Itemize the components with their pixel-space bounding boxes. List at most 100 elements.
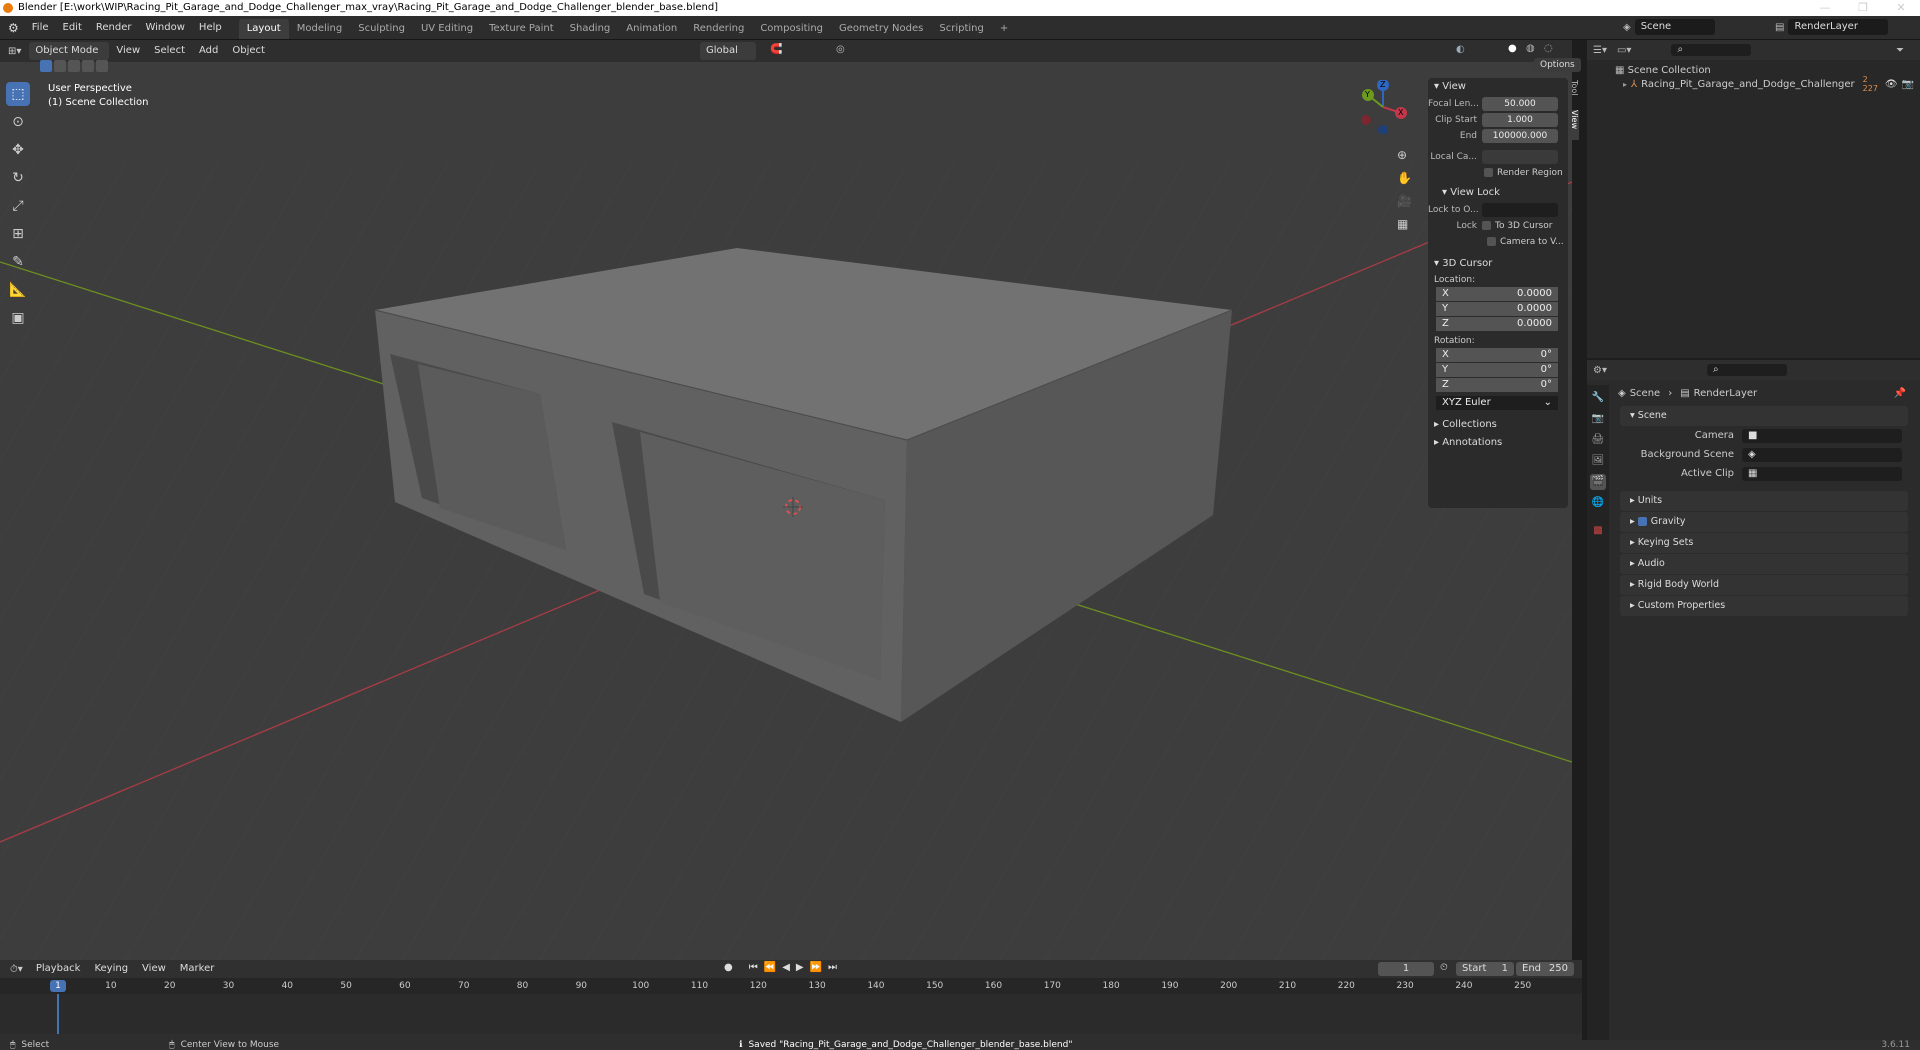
pin-icon[interactable]: 📌	[1894, 388, 1906, 399]
jump-end-icon[interactable]: ⏭	[828, 962, 837, 973]
select-new-icon[interactable]	[40, 60, 52, 72]
move-icon[interactable]: ✥	[6, 138, 30, 162]
proportional-edit-icon[interactable]: ◎	[836, 44, 845, 55]
record-icon[interactable]: ●	[724, 962, 733, 973]
snap-icon[interactable]: 🧲	[770, 44, 782, 55]
play-icon[interactable]: ▶	[796, 962, 804, 973]
cursor-icon[interactable]: ⊙	[6, 110, 30, 134]
menu-help[interactable]: Help	[192, 16, 229, 40]
lock-object-field[interactable]	[1482, 202, 1558, 217]
view-panel-header[interactable]: ▾ View	[1428, 78, 1568, 96]
add-workspace-button[interactable]: +	[992, 19, 1016, 39]
cursor-panel-header[interactable]: ▾ 3D Cursor	[1428, 255, 1568, 273]
timeline-ruler[interactable]: 1 10 20 30 40 50 60 70 80 90 100 110 120 130 140 150 160…	[0, 978, 1582, 994]
location-z-field[interactable]: Z 0.0000	[1436, 317, 1558, 331]
tab-geometry-nodes[interactable]: Geometry Nodes	[831, 19, 931, 39]
local-camera-field[interactable]	[1482, 149, 1558, 164]
active-clip-field[interactable]: ▦	[1742, 466, 1902, 481]
menu-window[interactable]: Window	[138, 16, 191, 40]
clip-start-field[interactable]: 1.000	[1482, 112, 1558, 127]
outliner-editor-icon[interactable]: ☰▾	[1593, 45, 1607, 56]
ortho-grid-icon[interactable]: ▦	[1397, 213, 1413, 236]
minimize-button[interactable]: —	[1806, 0, 1844, 16]
shading-material-icon[interactable]: ◍	[1526, 43, 1535, 54]
play-reverse-icon[interactable]: ◀	[782, 962, 790, 973]
gravity-panel-header[interactable]: ▸ Gravity	[1620, 512, 1908, 532]
tab-layout[interactable]: Layout	[238, 18, 289, 39]
overlays-icon[interactable]: ◐	[1456, 44, 1465, 55]
shading-rendered-icon[interactable]: ◌	[1544, 43, 1553, 54]
view-lock-header[interactable]: ▾ View Lock	[1428, 184, 1568, 202]
tab-texture-paint[interactable]: Texture Paint	[481, 19, 562, 39]
rotation-x-field[interactable]: X 0°	[1436, 348, 1558, 362]
tab-scripting[interactable]: Scripting	[931, 19, 991, 39]
prev-keyframe-icon[interactable]: ⏪	[764, 962, 776, 973]
output-tab-icon[interactable]: 🖨	[1590, 432, 1606, 448]
select-subtract-icon[interactable]	[68, 60, 80, 72]
tab-view[interactable]: View	[1570, 110, 1579, 140]
camera-to-view-checkbox[interactable]	[1487, 237, 1496, 246]
collections-panel-header[interactable]: ▸ Collections	[1428, 416, 1568, 434]
render-tab-icon[interactable]: 📷	[1590, 411, 1606, 427]
rotation-z-field[interactable]: Z 0°	[1436, 378, 1558, 392]
navigation-gizmo[interactable]: Z X Y	[1356, 79, 1410, 135]
render-region-checkbox[interactable]	[1484, 168, 1493, 177]
background-scene-field[interactable]: ◈	[1742, 447, 1902, 462]
viewport-menu-view[interactable]: View	[109, 39, 147, 63]
world-tab-icon[interactable]: 🌐	[1590, 495, 1606, 511]
focal-length-field[interactable]: 50.000	[1482, 96, 1558, 111]
end-frame-field[interactable]: End 250	[1516, 962, 1574, 976]
view-layer-tab-icon[interactable]: 🖼	[1590, 453, 1606, 469]
menu-edit[interactable]: Edit	[56, 16, 89, 40]
gravity-checkbox[interactable]	[1637, 517, 1647, 526]
expand-arrow-icon[interactable]: ▸	[1623, 80, 1627, 89]
pan-hand-icon[interactable]: ✋	[1397, 167, 1413, 190]
tab-tool[interactable]: Tool	[1570, 80, 1579, 110]
transform-orientation-dropdown[interactable]: Global	[700, 42, 756, 60]
rotation-mode-dropdown[interactable]: XYZ Euler ⌄	[1436, 396, 1558, 410]
render-camera-icon[interactable]: 📷	[1902, 79, 1914, 90]
select-invert-icon[interactable]	[82, 60, 94, 72]
viewport-menu-select[interactable]: Select	[147, 39, 192, 63]
menu-render[interactable]: Render	[89, 16, 139, 40]
display-mode-icon[interactable]: ▭▾	[1617, 45, 1631, 56]
3d-viewport[interactable]: Z X Y ⊕ ✋ 🎥 ▦	[0, 62, 1572, 960]
properties-search-input[interactable]: ⌕	[1706, 364, 1787, 376]
measure-icon[interactable]: 📐	[6, 278, 30, 302]
tab-shading[interactable]: Shading	[562, 19, 619, 39]
audio-panel-header[interactable]: ▸ Audio	[1620, 554, 1908, 574]
clip-end-field[interactable]: 100000.000	[1482, 128, 1558, 143]
scene-name-field[interactable]: Scene	[1634, 19, 1715, 35]
transform-icon[interactable]: ⊞	[6, 222, 30, 246]
units-panel-header[interactable]: ▸ Units	[1620, 491, 1908, 511]
tab-animation[interactable]: Animation	[618, 19, 685, 39]
add-cube-icon[interactable]: ▣	[6, 306, 30, 330]
outliner-scene-collection[interactable]: ▦ Scene Collection	[1587, 60, 1920, 76]
rotate-icon[interactable]: ↻	[6, 166, 30, 190]
rigid-body-world-panel-header[interactable]: ▸ Rigid Body World	[1620, 575, 1908, 595]
select-extend-icon[interactable]	[54, 60, 66, 72]
outliner-item[interactable]: ▸ ⅄ Racing_Pit_Garage_and_Dodge_Challeng…	[1587, 75, 1920, 93]
location-x-field[interactable]: X 0.0000	[1436, 287, 1558, 301]
annotate-icon[interactable]: ✎	[6, 250, 30, 274]
outliner-search-input[interactable]: ⌕	[1671, 44, 1752, 56]
filter-icon[interactable]: ⏷	[1896, 45, 1904, 56]
tab-uv-editing[interactable]: UV Editing	[413, 19, 481, 39]
viewport-menu-object[interactable]: Object	[225, 39, 272, 63]
to-3d-cursor-checkbox[interactable]	[1482, 221, 1491, 230]
annotations-panel-header[interactable]: ▸ Annotations	[1428, 434, 1568, 452]
timeline-editor-icon[interactable]: ⏱▾	[0, 964, 29, 975]
camera-field[interactable]: ■	[1742, 428, 1902, 443]
select-box-icon[interactable]: ⬚	[6, 82, 30, 106]
texture-tab-icon[interactable]: ▩	[1590, 523, 1606, 539]
tool-tab-icon[interactable]: 🔧	[1590, 390, 1606, 406]
shading-solid-icon[interactable]: ●	[1508, 43, 1517, 54]
camera-view-icon[interactable]: 🎥	[1397, 190, 1413, 213]
start-frame-field[interactable]: Start 1	[1456, 962, 1514, 976]
custom-properties-panel-header[interactable]: ▸ Custom Properties	[1620, 596, 1908, 616]
scene-tab-icon[interactable]: 🎬	[1590, 474, 1606, 490]
restore-button[interactable]: ❐	[1844, 0, 1882, 16]
editor-type-icon[interactable]: ⊞▾	[0, 46, 29, 57]
zoom-icon[interactable]: ⊕	[1397, 144, 1413, 167]
properties-editor-icon[interactable]: ⚙▾	[1593, 365, 1607, 376]
